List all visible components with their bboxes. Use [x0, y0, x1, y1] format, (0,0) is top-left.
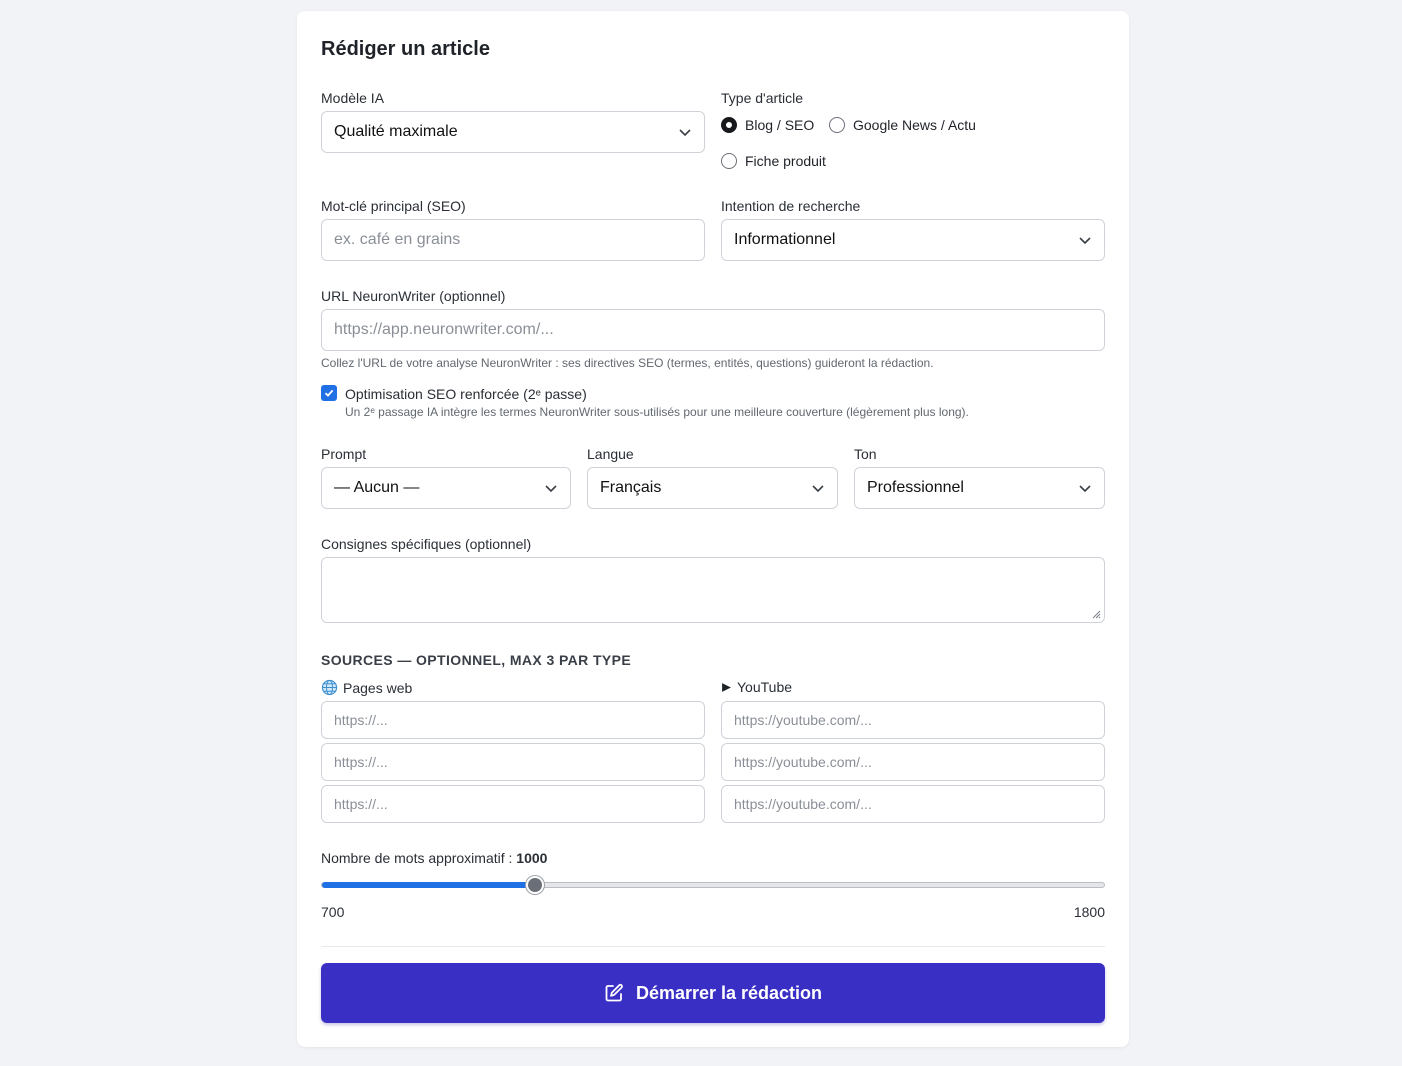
chevron-down-icon: [812, 485, 824, 493]
tone-label: Ton: [854, 446, 877, 462]
youtube-source-input-2[interactable]: https://youtube.com/...: [721, 743, 1105, 781]
neuronwriter-help: Collez l'URL de votre analyse NeuronWrit…: [321, 356, 934, 370]
radio-unselected-icon: [721, 153, 737, 169]
chevron-down-icon: [545, 485, 557, 493]
globe-icon: [321, 679, 338, 696]
prompt-select-value: — Aucun —: [334, 479, 420, 496]
start-writing-button-label: Démarrer la rédaction: [635, 982, 823, 1003]
check-icon: [324, 389, 334, 397]
radio-fiche-produit[interactable]: Fiche produit: [721, 153, 826, 169]
resize-grip-icon[interactable]: [1091, 609, 1101, 619]
intent-label: Intention de recherche: [721, 198, 861, 214]
article-form-card: Rédiger un article Modèle IA Qualité max…: [297, 11, 1129, 1047]
prompt-label: Prompt: [321, 446, 367, 462]
radio-fiche-produit-label: Fiche produit: [745, 153, 826, 169]
language-select[interactable]: Français: [587, 467, 838, 509]
word-count-slider-thumb[interactable]: [525, 876, 544, 894]
model-label: Modèle IA: [321, 90, 385, 106]
chevron-down-icon: [1079, 485, 1091, 493]
edit-icon: [605, 983, 623, 1002]
radio-unselected-icon: [829, 117, 845, 133]
model-select-value: Qualité maximale: [334, 123, 458, 140]
web-source-placeholder: https://...: [334, 796, 388, 812]
sources-heading: SOURCES — OPTIONNEL, MAX 3 PAR TYPE: [321, 652, 632, 668]
word-count-slider-fill: [322, 882, 536, 888]
neuronwriter-label: URL NeuronWriter (optionnel): [321, 288, 506, 304]
article-type-label: Type d'article: [721, 90, 804, 106]
web-source-placeholder: https://...: [334, 712, 388, 728]
keyword-label: Mot-clé principal (SEO): [321, 198, 466, 214]
intent-select-value: Informationnel: [734, 231, 836, 248]
language-select-value: Français: [600, 479, 662, 496]
keyword-placeholder: ex. café en grains: [334, 231, 461, 248]
model-select[interactable]: Qualité maximale: [321, 111, 705, 153]
prompt-select[interactable]: — Aucun —: [321, 467, 571, 509]
radio-google-news-label: Google News / Actu: [853, 117, 976, 133]
web-source-input-2[interactable]: https://...: [321, 743, 705, 781]
web-sources-label: Pages web: [321, 679, 412, 696]
neuronwriter-placeholder: https://app.neuronwriter.com/...: [334, 321, 554, 338]
web-source-input-3[interactable]: https://...: [321, 785, 705, 823]
page-title: Rédiger un article: [321, 38, 490, 60]
web-source-placeholder: https://...: [334, 754, 388, 770]
start-writing-button[interactable]: Démarrer la rédaction: [321, 963, 1105, 1023]
youtube-sources-label: YouTube: [721, 679, 792, 695]
chevron-down-icon: [1079, 237, 1091, 245]
radio-blog-seo-label: Blog / SEO: [745, 117, 815, 133]
youtube-source-placeholder: https://youtube.com/...: [734, 754, 872, 770]
neuronwriter-url-input[interactable]: https://app.neuronwriter.com/...: [321, 309, 1105, 351]
youtube-source-input-3[interactable]: https://youtube.com/...: [721, 785, 1105, 823]
instructions-label: Consignes spécifiques (optionnel): [321, 536, 532, 552]
word-count-value: 1000: [516, 850, 548, 866]
youtube-sources-label-text: YouTube: [737, 679, 793, 695]
seo-boost-help: Un 2ᵉ passage IA intègre les termes Neur…: [345, 405, 969, 419]
instructions-textarea[interactable]: [321, 557, 1105, 623]
divider: [321, 946, 1105, 947]
keyword-input[interactable]: ex. café en grains: [321, 219, 705, 261]
seo-boost-checkbox[interactable]: [321, 385, 337, 401]
word-count-label: Nombre de mots approximatif : 1000: [321, 850, 547, 866]
web-source-input-1[interactable]: https://...: [321, 701, 705, 739]
seo-boost-label[interactable]: Optimisation SEO renforcée (2ᵉ passe): [345, 386, 587, 402]
play-icon: [722, 682, 731, 692]
radio-blog-seo[interactable]: Blog / SEO: [721, 117, 814, 133]
youtube-source-placeholder: https://youtube.com/...: [734, 712, 872, 728]
language-label: Langue: [587, 446, 634, 462]
web-sources-label-text: Pages web: [343, 679, 413, 696]
radio-google-news[interactable]: Google News / Actu: [829, 117, 976, 133]
youtube-source-input-1[interactable]: https://youtube.com/...: [721, 701, 1105, 739]
tone-select-value: Professionnel: [867, 479, 964, 496]
word-count-slider[interactable]: [321, 882, 1105, 888]
intent-select[interactable]: Informationnel: [721, 219, 1105, 261]
tone-select[interactable]: Professionnel: [854, 467, 1105, 509]
radio-selected-icon: [721, 117, 737, 133]
youtube-source-placeholder: https://youtube.com/...: [734, 796, 872, 812]
word-count-min: 700: [321, 904, 345, 920]
word-count-label-text: Nombre de mots approximatif :: [321, 850, 513, 866]
chevron-down-icon: [679, 129, 691, 137]
word-count-max: 1800: [1073, 904, 1105, 920]
